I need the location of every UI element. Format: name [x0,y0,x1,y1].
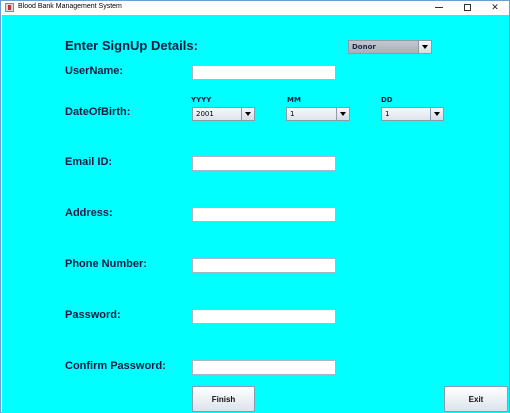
username-field[interactable] [192,65,336,80]
day-select[interactable]: 1 [381,107,444,121]
chevron-down-icon [241,108,254,120]
day-label: DD [381,96,393,104]
chevron-down-icon [418,41,431,53]
month-select[interactable]: 1 [286,107,350,121]
password-field[interactable] [192,309,336,324]
window-title: Blood Bank Management System [18,3,122,10]
signup-panel: Enter SignUp Details: Donor UserName: YY… [2,15,509,413]
confirm-password-label: Confirm Password: [65,360,166,372]
year-label: YYYY [191,96,212,104]
dob-label: DateOfBirth: [65,106,131,118]
role-select-value: Donor [352,43,376,51]
close-icon: ✕ [491,2,499,13]
close-button[interactable]: ✕ [481,1,509,14]
chevron-down-icon [430,108,443,120]
address-label: Address: [65,207,113,219]
exit-button[interactable]: Exit [444,386,508,412]
finish-button[interactable]: Finish [192,386,255,412]
day-select-value: 1 [385,110,390,118]
title-bar: Blood Bank Management System ✕ [1,1,509,14]
maximize-button[interactable] [453,1,481,14]
confirm-password-field[interactable] [192,360,336,375]
minimize-icon [435,7,443,8]
address-field[interactable] [192,207,336,222]
email-field[interactable] [192,156,336,171]
page-heading: Enter SignUp Details: [65,38,198,53]
year-select[interactable]: 2001 [192,107,255,121]
chevron-down-icon [336,108,349,120]
java-app-icon [5,3,14,12]
password-label: Password: [65,309,121,321]
email-label: Email ID: [65,156,113,168]
month-label: MM [287,96,301,104]
minimize-button[interactable] [425,1,453,14]
role-select[interactable]: Donor [348,40,432,54]
phone-label: Phone Number: [65,258,147,270]
app-window: Blood Bank Management System ✕ Enter Sig… [0,0,510,413]
phone-field[interactable] [192,258,336,273]
username-label: UserName: [65,65,124,77]
month-select-value: 1 [290,110,295,118]
year-select-value: 2001 [196,110,214,118]
maximize-icon [463,4,471,11]
